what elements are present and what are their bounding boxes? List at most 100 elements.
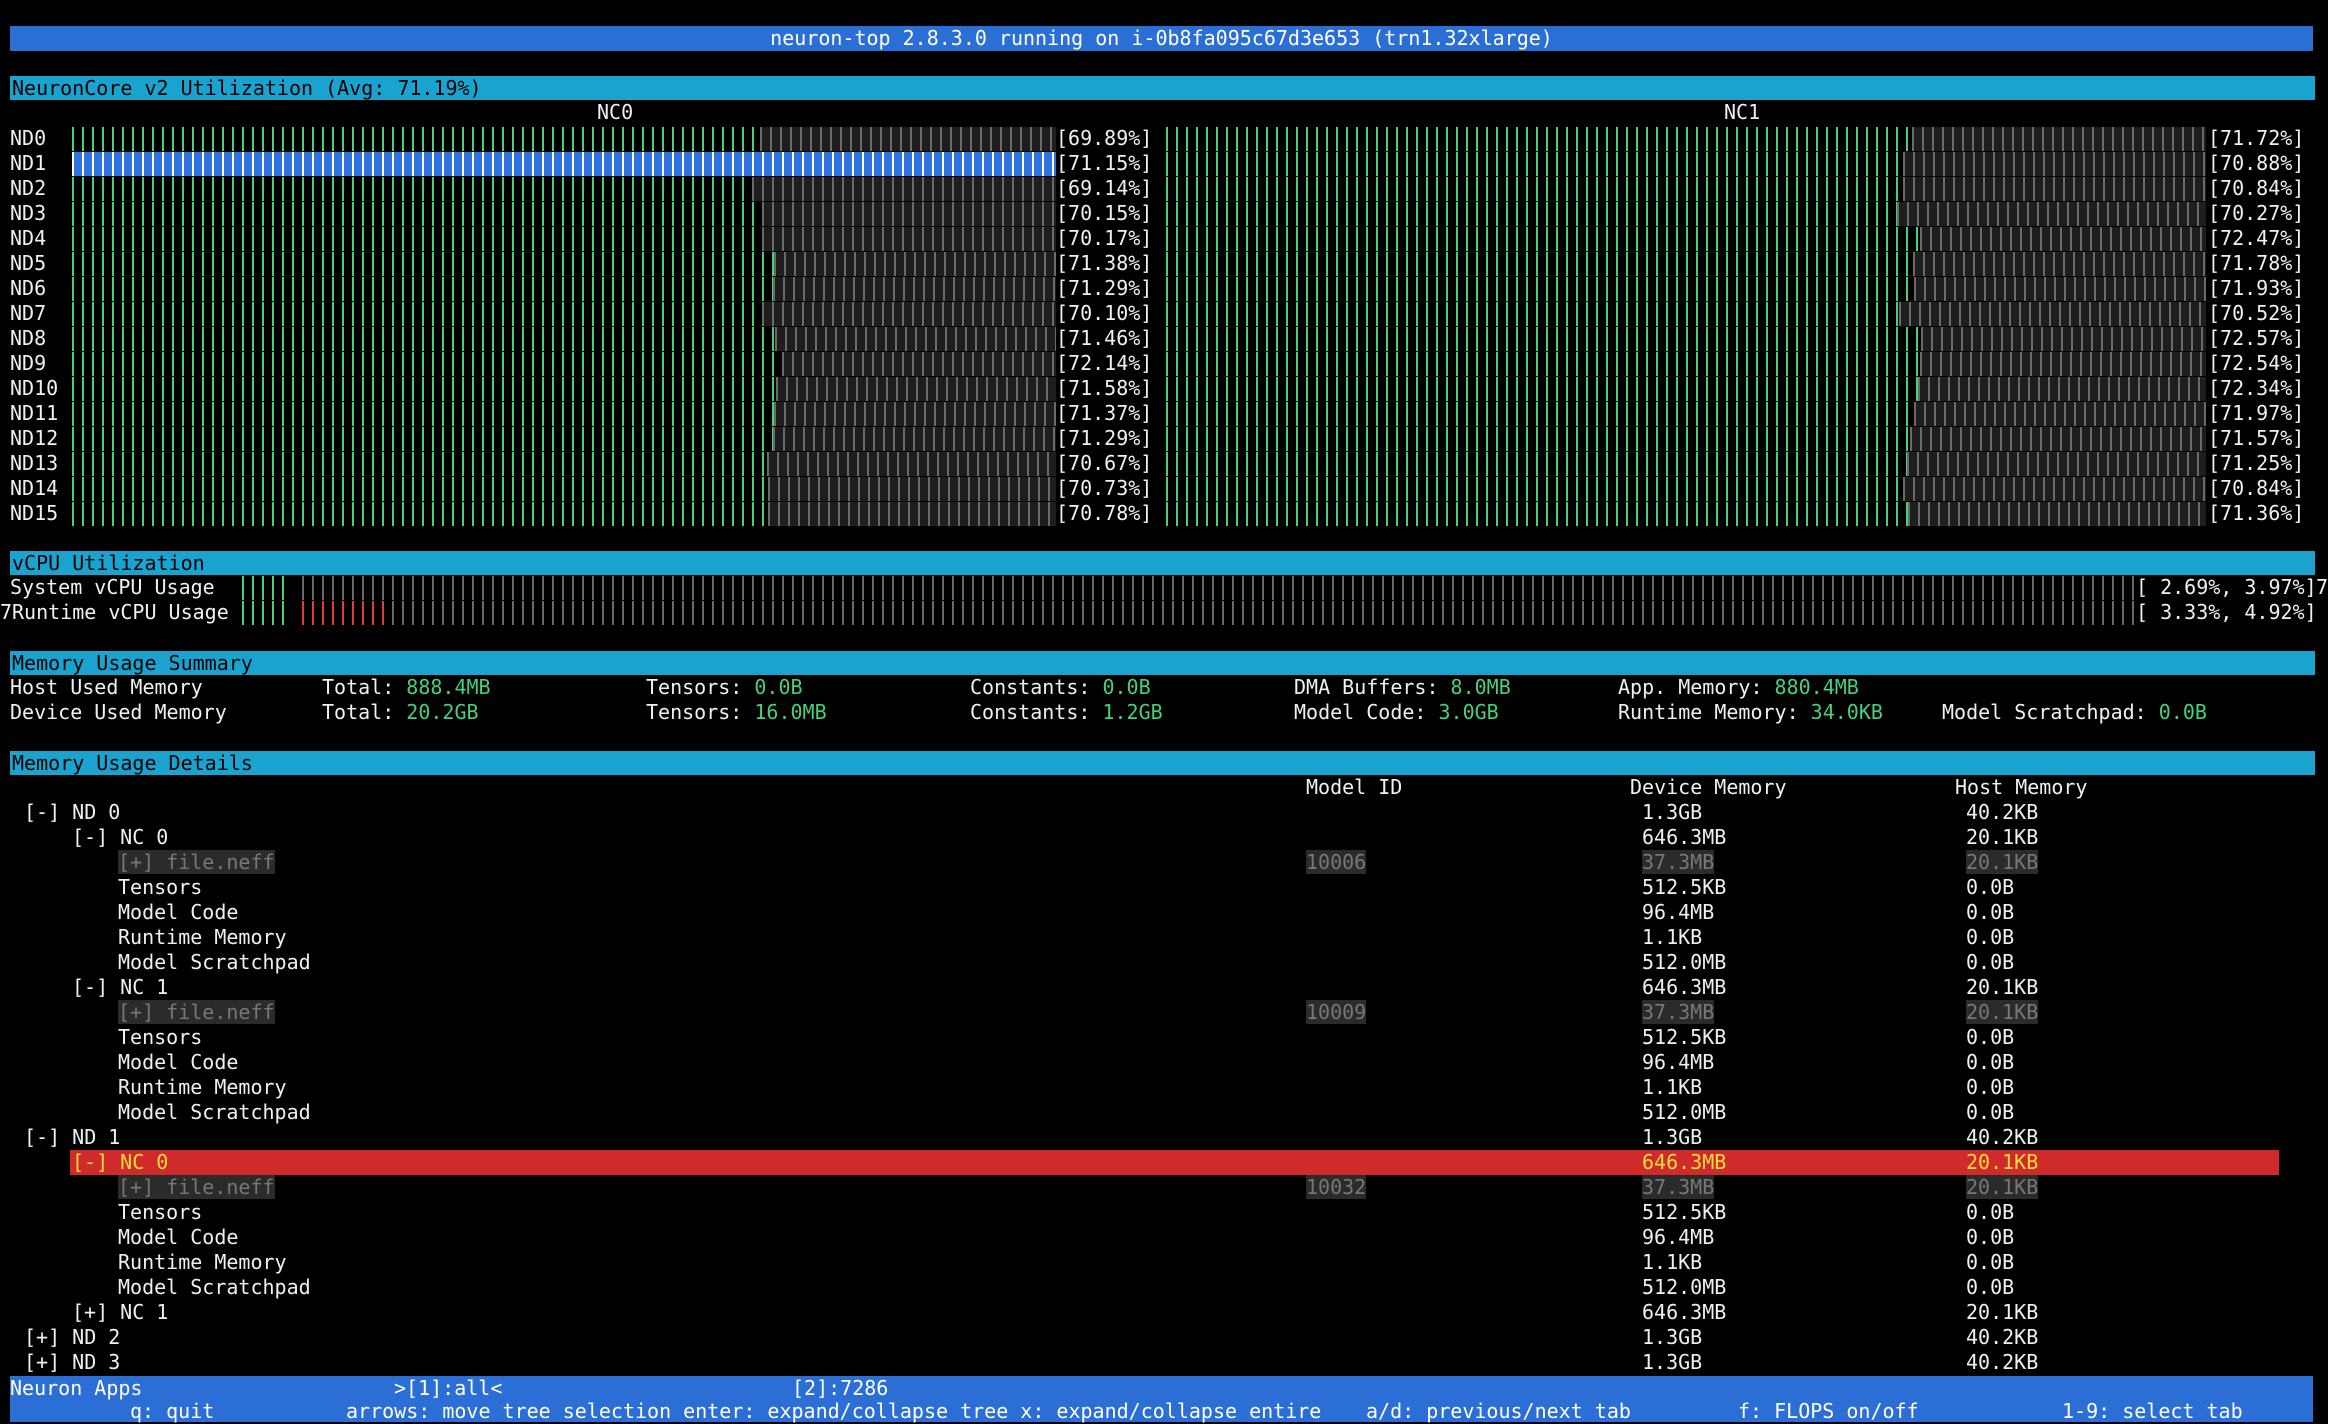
device-label: ND8	[10, 326, 47, 350]
device-model-code: Model Code: 3.0GB	[1294, 700, 1499, 724]
device-memory-cell: 512.0MB	[1642, 950, 1727, 974]
tree-row-name[interactable]: [+] NC 1	[72, 1300, 168, 1325]
nc1-utilization-value: [72.47%]	[2208, 226, 2305, 250]
tree-row-name[interactable]: [+] file.neff	[118, 850, 275, 875]
device-label: ND15	[10, 501, 59, 525]
device-label: ND14	[10, 476, 59, 500]
tree-row-name[interactable]: Tensors	[118, 1025, 202, 1050]
tree-row-name[interactable]: Model Scratchpad	[118, 950, 311, 975]
help-select-tab: 1-9: select tab	[2062, 1399, 2243, 1423]
tree-row-name[interactable]: [-] ND 0	[24, 800, 120, 825]
device-model-scratchpad: Model Scratchpad: 0.0B	[1942, 700, 2207, 724]
memory-summary-header: Memory Usage Summary	[10, 651, 2315, 675]
tree-row-name[interactable]: Model Code	[118, 900, 238, 925]
device-label: ND11	[10, 401, 59, 425]
nc0-utilization-gauge	[72, 502, 1056, 526]
nc1-utilization-value: [71.57%]	[2208, 426, 2305, 450]
tree-row-name[interactable]: [-] NC 1	[72, 975, 168, 1000]
nc0-utilization-gauge	[72, 477, 1056, 501]
window-title: neuron-top 2.8.3.0 running on i-0b8fa095…	[10, 26, 2313, 51]
tree-row-name[interactable]: Runtime Memory	[118, 1075, 287, 1100]
device-memory-cell: 512.0MB	[1642, 1275, 1727, 1299]
device-memory-cell: 96.4MB	[1642, 1050, 1715, 1074]
device-memory-cell: 646.3MB	[1642, 1150, 1727, 1174]
nc0-utilization-gauge	[72, 202, 1056, 226]
memory-details-header: Memory Usage Details	[10, 751, 2315, 775]
neuroncore-section-header: NeuronCore v2 Utilization (Avg: 71.19%)	[10, 76, 2315, 100]
host-memory-cell: 0.0B	[1966, 1075, 2015, 1099]
help-flops: f: FLOPS on/off	[1738, 1399, 1919, 1423]
nc0-utilization-value: [70.67%]	[1056, 451, 1153, 475]
tree-row-name[interactable]: [-] ND 1	[24, 1125, 120, 1150]
footer-bar: Neuron Apps >[1]:all< [2]:7286 q: quit a…	[10, 1376, 2313, 1423]
nc0-utilization-value: [71.46%]	[1056, 326, 1153, 350]
nc1-utilization-gauge	[1166, 252, 2206, 276]
device-runtime-memory: Runtime Memory: 34.0KB	[1618, 700, 1883, 724]
tree-row-name[interactable]: Tensors	[118, 875, 202, 900]
nc1-utilization-gauge	[1166, 502, 2206, 526]
nc0-utilization-value: [70.17%]	[1056, 226, 1153, 250]
nc0-utilization-gauge	[72, 402, 1056, 426]
device-label: ND5	[10, 251, 47, 275]
host-memory-cell: 20.1KB	[1966, 975, 2039, 999]
tree-row-name[interactable]: Model Code	[118, 1225, 238, 1250]
nc0-utilization-gauge	[72, 252, 1056, 276]
tree-row-name[interactable]: [+] file.neff	[118, 1000, 275, 1025]
tree-row-name[interactable]: Model Scratchpad	[118, 1100, 311, 1125]
selected-row-highlight	[70, 1150, 2279, 1175]
nc1-utilization-value: [71.36%]	[2208, 501, 2305, 525]
nc1-utilization-gauge	[1166, 402, 2206, 426]
nc0-column-header: NC0	[597, 100, 634, 124]
device-memory-cell: 512.5KB	[1642, 1200, 1727, 1224]
host-memory-cell: 0.0B	[1966, 1250, 2015, 1274]
nc1-utilization-value: [70.52%]	[2208, 301, 2305, 325]
nc1-utilization-value: [70.84%]	[2208, 476, 2305, 500]
host-memory-cell: 20.1KB	[1966, 1150, 2039, 1174]
device-constants: Constants: 1.2GB	[970, 700, 1163, 724]
host-memory-cell: 0.0B	[1966, 1050, 2015, 1074]
device-memory-cell: 96.4MB	[1642, 900, 1715, 924]
device-label: ND2	[10, 176, 47, 200]
nc1-utilization-value: [71.25%]	[2208, 451, 2305, 475]
help-arrows: arrows: move tree selection enter: expan…	[346, 1399, 1322, 1423]
nc1-utilization-value: [71.78%]	[2208, 251, 2305, 275]
tab-pid-7286[interactable]: [2]:7286	[792, 1376, 888, 1401]
tree-row-name[interactable]: [+] ND 2	[24, 1325, 120, 1350]
device-memory-cell: 1.3GB	[1642, 1325, 1703, 1349]
tab-all[interactable]: >[1]:all<	[394, 1376, 502, 1401]
tree-row-name[interactable]: Model Code	[118, 1050, 238, 1075]
nc1-column-header: NC1	[1724, 100, 1761, 124]
nc0-utilization-value: [71.15%]	[1056, 151, 1153, 175]
host-dma-buffers: DMA Buffers: 8.0MB	[1294, 675, 1511, 699]
host-memory-cell: 20.1KB	[1966, 850, 2039, 874]
nc0-utilization-value: [69.89%]	[1056, 126, 1153, 150]
nc1-utilization-gauge	[1166, 202, 2206, 226]
device-memory-cell: 37.3MB	[1642, 1175, 1715, 1199]
system-vcpu-overflow: 7	[2316, 575, 2328, 599]
tree-row-name[interactable]: [-] NC 0	[72, 1150, 168, 1175]
device-label: ND12	[10, 426, 59, 450]
tree-row-name[interactable]: Runtime Memory	[118, 1250, 287, 1275]
nc0-utilization-value: [70.15%]	[1056, 201, 1153, 225]
runtime-vcpu-value: [ 3.33%, 4.92%]	[2136, 600, 2317, 624]
model-id-cell: 10006	[1306, 850, 1367, 874]
tree-row-name[interactable]: Model Scratchpad	[118, 1275, 311, 1300]
runtime-vcpu-prefix: 7	[0, 600, 13, 624]
nc0-utilization-gauge	[72, 377, 1056, 401]
tree-row-name[interactable]: [+] file.neff	[118, 1175, 275, 1200]
tree-row-name[interactable]: Runtime Memory	[118, 925, 287, 950]
host-memory-cell: 0.0B	[1966, 1275, 2015, 1299]
host-memory-cell: 40.2KB	[1966, 1125, 2039, 1149]
nc1-utilization-gauge	[1166, 427, 2206, 451]
host-constants: Constants: 0.0B	[970, 675, 1151, 699]
tree-row-name[interactable]: Tensors	[118, 1200, 202, 1225]
nc0-utilization-value: [70.78%]	[1056, 501, 1153, 525]
host-total: Total: 888.4MB	[322, 675, 491, 699]
tree-row-name[interactable]: [-] NC 0	[72, 825, 168, 850]
tree-row-name[interactable]: [+] ND 3	[24, 1350, 120, 1375]
nc1-utilization-value: [70.27%]	[2208, 201, 2305, 225]
nc1-utilization-gauge	[1166, 302, 2206, 326]
nc0-utilization-value: [71.29%]	[1056, 276, 1153, 300]
device-memory-cell: 1.3GB	[1642, 800, 1703, 824]
nc0-utilization-gauge	[72, 452, 1056, 476]
